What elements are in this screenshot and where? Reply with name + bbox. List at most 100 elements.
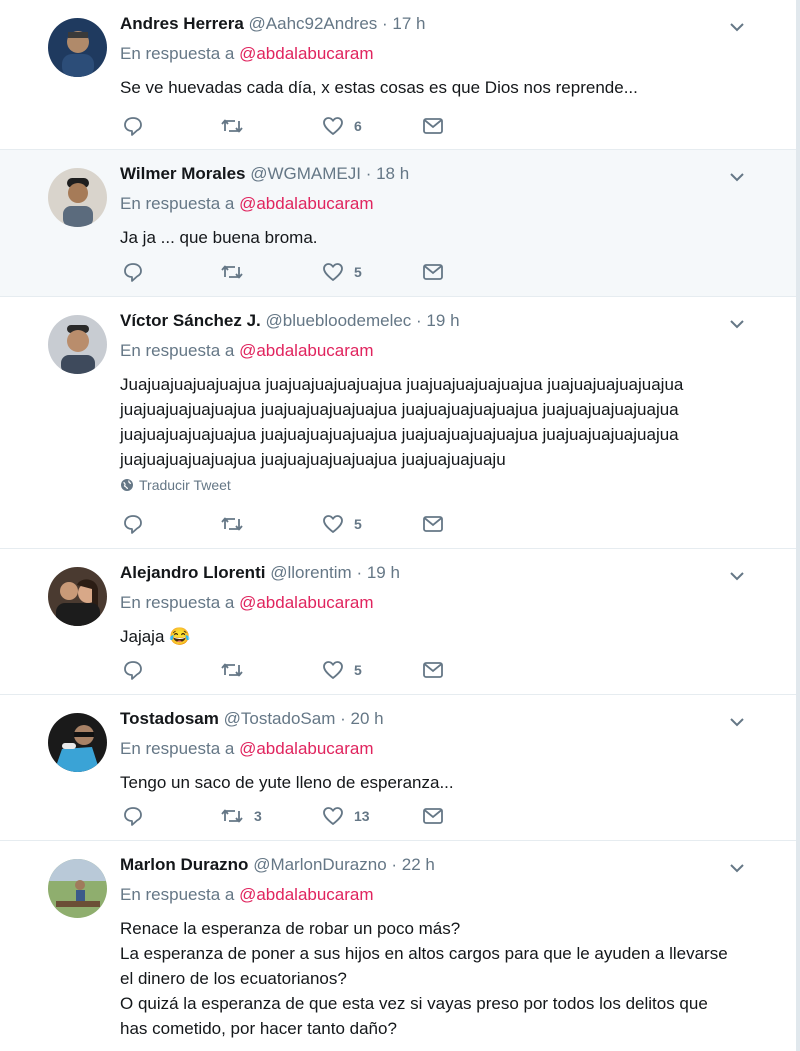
chevron-down-icon[interactable] — [728, 315, 746, 333]
timestamp[interactable]: · 22 h — [391, 855, 434, 874]
author-handle[interactable]: @TostadoSam — [224, 709, 336, 728]
tweet-header: Wilmer Morales @WGMAMEJI · 18 h — [120, 164, 409, 184]
retweet-count: 3 — [254, 808, 262, 824]
reply-context: En respuesta a @abdalabucaram — [120, 194, 374, 214]
avatar[interactable] — [48, 713, 107, 772]
chevron-down-icon[interactable] — [728, 859, 746, 877]
tweet-actions: 5 — [122, 261, 452, 283]
globe-icon — [121, 479, 133, 491]
avatar[interactable] — [48, 168, 107, 227]
tweet[interactable]: Wilmer Morales @WGMAMEJI · 18 h En respu… — [0, 150, 796, 297]
like-count: 5 — [354, 662, 362, 678]
tweet[interactable]: Alejandro Llorenti @llorentim · 19 h En … — [0, 549, 796, 695]
tweet-text-line: O quizá la esperanza de que esta vez si … — [120, 994, 708, 1013]
retweet-button[interactable]: 3 — [220, 805, 262, 827]
retweet-button[interactable] — [220, 513, 254, 535]
avatar[interactable] — [48, 567, 107, 626]
translate-tweet-link[interactable]: Traducir Tweet — [120, 477, 231, 493]
reply-mention[interactable]: @abdalabucaram — [239, 194, 373, 213]
like-button[interactable]: 13 — [322, 805, 370, 827]
like-count: 6 — [354, 118, 362, 134]
author-handle[interactable]: @MarlonDurazno — [253, 855, 386, 874]
author-handle[interactable]: @llorentim — [270, 563, 352, 582]
tweet-text-line: el dinero de los ecuatorianos? — [120, 969, 347, 988]
tweet-text-line: has cometido, por hacer tanto daño? — [120, 1019, 397, 1038]
author-handle[interactable]: @Aahc92Andres — [249, 14, 378, 33]
like-button[interactable]: 5 — [322, 513, 362, 535]
reply-context: En respuesta a @abdalabucaram — [120, 885, 374, 905]
direct-message-button[interactable] — [422, 805, 444, 827]
tweet[interactable]: Tostadosam @TostadoSam · 20 h En respues… — [0, 695, 796, 841]
like-button[interactable]: 5 — [322, 261, 362, 283]
tweet-header: Andres Herrera @Aahc92Andres · 17 h — [120, 14, 426, 34]
chevron-down-icon[interactable] — [728, 713, 746, 731]
like-button[interactable]: 5 — [322, 659, 362, 681]
author-handle[interactable]: @bluebloodemelec — [266, 311, 412, 330]
like-count: 5 — [354, 516, 362, 532]
author-handle[interactable]: @WGMAMEJI — [250, 164, 361, 183]
tweet-header: Marlon Durazno @MarlonDurazno · 22 h — [120, 855, 435, 875]
reply-icon — [124, 661, 142, 680]
author-name[interactable]: Marlon Durazno — [120, 855, 248, 874]
like-button[interactable]: 6 — [322, 115, 362, 137]
tweet-text-line: Tengo un saco de yute lleno de esperanza… — [120, 773, 454, 792]
scrollbar-track[interactable] — [796, 0, 800, 1051]
tweet-text: Renace la esperanza de robar un poco más… — [120, 916, 770, 1041]
reply-prefix: En respuesta a — [120, 44, 235, 63]
reply-icon — [124, 807, 142, 826]
tweet-text-line: Ja ja ... que buena broma. — [120, 228, 318, 247]
reply-button[interactable] — [122, 805, 144, 827]
like-count: 13 — [354, 808, 370, 824]
retweet-icon — [221, 265, 243, 279]
timestamp[interactable]: · 19 h — [356, 563, 399, 582]
tweet[interactable]: Andres Herrera @Aahc92Andres · 17 h En r… — [0, 0, 796, 150]
reply-context: En respuesta a @abdalabucaram — [120, 341, 374, 361]
chevron-down-icon[interactable] — [728, 18, 746, 36]
avatar[interactable] — [48, 315, 107, 374]
retweet-button[interactable] — [220, 115, 254, 137]
timestamp[interactable]: · 20 h — [340, 709, 383, 728]
direct-message-button[interactable] — [422, 261, 444, 283]
tweet[interactable]: Marlon Durazno @MarlonDurazno · 22 h En … — [0, 841, 796, 1051]
reply-mention[interactable]: @abdalabucaram — [239, 739, 373, 758]
author-name[interactable]: Andres Herrera — [120, 14, 244, 33]
reply-button[interactable] — [122, 261, 144, 283]
author-name[interactable]: Alejandro Llorenti — [120, 563, 265, 582]
reply-button[interactable] — [122, 659, 144, 681]
author-name[interactable]: Tostadosam — [120, 709, 219, 728]
envelope-icon — [423, 808, 443, 824]
direct-message-button[interactable] — [422, 659, 444, 681]
retweet-icon — [221, 809, 243, 823]
retweet-icon — [221, 663, 243, 677]
reply-mention[interactable]: @abdalabucaram — [239, 593, 373, 612]
reply-button[interactable] — [122, 513, 144, 535]
direct-message-button[interactable] — [422, 513, 444, 535]
avatar[interactable] — [48, 859, 107, 918]
envelope-icon — [423, 662, 443, 678]
reply-mention[interactable]: @abdalabucaram — [239, 44, 373, 63]
tweet[interactable]: Víctor Sánchez J. @bluebloodemelec · 19 … — [0, 297, 796, 549]
tweet-header: Víctor Sánchez J. @bluebloodemelec · 19 … — [120, 311, 460, 331]
reply-icon — [124, 117, 142, 136]
author-name[interactable]: Víctor Sánchez J. — [120, 311, 261, 330]
reply-mention[interactable]: @abdalabucaram — [239, 341, 373, 360]
direct-message-button[interactable] — [422, 115, 444, 137]
author-name[interactable]: Wilmer Morales — [120, 164, 246, 183]
envelope-icon — [423, 264, 443, 280]
chevron-down-icon[interactable] — [728, 168, 746, 186]
tweet-text-line: Renace la esperanza de robar un poco más… — [120, 919, 461, 938]
like-count: 5 — [354, 264, 362, 280]
timestamp[interactable]: · 17 h — [382, 14, 425, 33]
retweet-button[interactable] — [220, 659, 254, 681]
tweet-header: Tostadosam @TostadoSam · 20 h — [120, 709, 384, 729]
chevron-down-icon[interactable] — [728, 567, 746, 585]
reply-button[interactable] — [122, 115, 144, 137]
retweet-button[interactable] — [220, 261, 254, 283]
timestamp[interactable]: · 18 h — [366, 164, 409, 183]
avatar[interactable] — [48, 18, 107, 77]
reply-mention[interactable]: @abdalabucaram — [239, 885, 373, 904]
timestamp[interactable]: · 19 h — [416, 311, 459, 330]
reply-prefix: En respuesta a — [120, 593, 235, 612]
reply-prefix: En respuesta a — [120, 341, 235, 360]
envelope-icon — [423, 118, 443, 134]
